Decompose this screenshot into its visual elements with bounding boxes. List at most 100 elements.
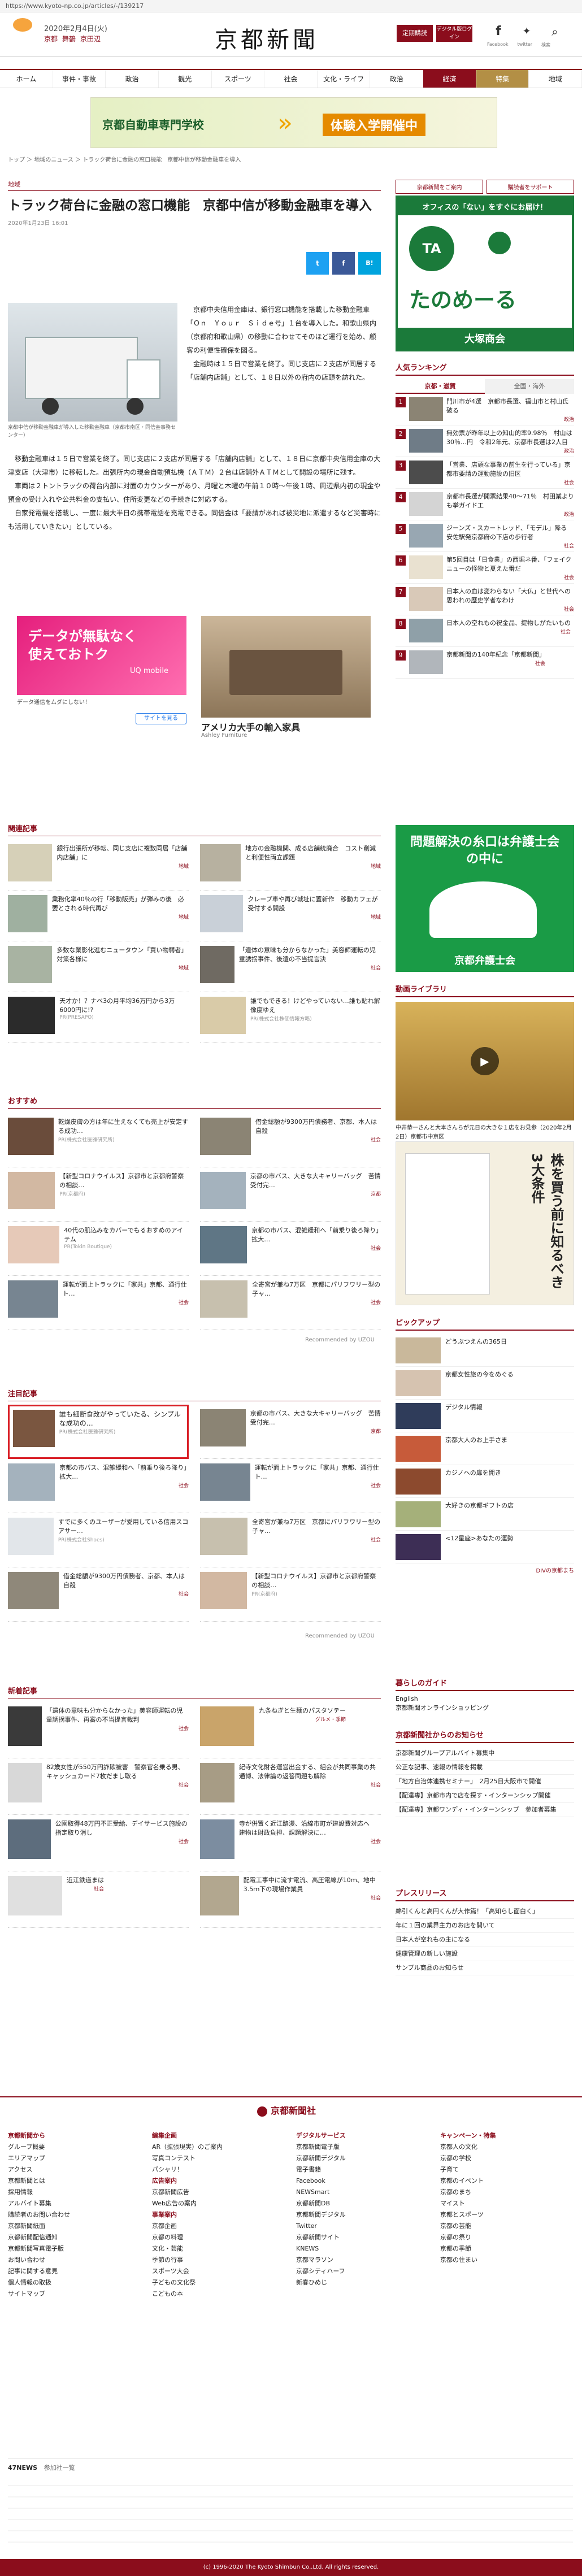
weather-kyotanabe[interactable]: 京田辺: [80, 34, 101, 44]
breadcrumb[interactable]: トップ ＞ 地域のニュース ＞ トラック荷台に金融の窓口機能 京都中信が移動金融…: [8, 155, 241, 163]
list-item[interactable]: 寺が併置く近江路漫、沿線市町が建設費対応へ 建物は財政負担、課題解決に… 社会: [200, 1815, 381, 1871]
twitter-icon[interactable]: ✦: [520, 25, 533, 38]
uzou-credit[interactable]: Recommended by UZOU: [305, 1337, 375, 1343]
nav-special[interactable]: 特集: [476, 70, 529, 88]
press-item[interactable]: 健康管理の新しい施設: [396, 1947, 574, 1961]
tab-kyoto-shiga[interactable]: 京都・滋賀: [396, 379, 485, 394]
list-item[interactable]: 地方の金融機関、成る店舗統廃合 コスト削減と利便性両立課題 地域: [200, 840, 381, 890]
support-link[interactable]: 購読者をサポート: [487, 180, 574, 194]
sidebar-ad-stock[interactable]: 株を買う前に知るべき3大条件: [396, 1141, 574, 1305]
nav-politics2[interactable]: 政治: [370, 70, 424, 88]
list-item[interactable]: 運転が面上トラックに「家共」京都、通行仕ト… 社会: [8, 1276, 189, 1330]
pickup-item[interactable]: 大好きの京都ギフトの店: [396, 1498, 574, 1531]
pickup-item[interactable]: 京都女性旅の今をめぐる: [396, 1367, 574, 1400]
notice-item[interactable]: 「地方自治体連携セミナー」 2月25日大阪市で開催: [396, 1775, 574, 1789]
play-icon[interactable]: ▶: [471, 1047, 499, 1075]
list-item[interactable]: 紀寺文化財各運営出金する、組会が共同事業の共通博、法律論の返答問題も解除 社会: [200, 1758, 381, 1815]
sidebar-ad-lawyers[interactable]: 問題解決の糸口は弁護士会の中に 京都弁護士会: [396, 825, 574, 972]
list-item[interactable]: 京都の市バス、大きな大キャリーバッグ 苦情受付完… 京都: [200, 1167, 381, 1222]
notice-item[interactable]: 公正な記事、速報の情報を掲載: [396, 1761, 574, 1775]
ranking-item[interactable]: 9 京都新聞の140年紀念「京都新聞」 社会: [396, 647, 574, 679]
press-item[interactable]: 綿引くんと高円くんが大作篇！「高知らし面白く」: [396, 1905, 574, 1919]
knews-members[interactable]: 参加社一覧: [44, 2464, 75, 2471]
list-item[interactable]: 借金総額が9300万円債務者、京都、本人は自殺 社会: [200, 1113, 381, 1167]
ad-uqmobile[interactable]: データが無駄なく使えておトク UQ mobile: [17, 616, 186, 695]
uzou-credit[interactable]: Recommended by UZOU: [305, 1633, 375, 1639]
nav-region[interactable]: 地域: [529, 70, 582, 88]
list-item[interactable]: すでに多くのユーザーが愛用している信用スコアサー… PR(株式会社Shoes): [8, 1513, 189, 1567]
list-item[interactable]: 公園取得48万円不正受給、デイサービス施設の指定取り消し 社会: [8, 1815, 189, 1871]
list-item[interactable]: 借金総額が9300万円債務者、京都、本人は自殺 社会: [8, 1567, 189, 1622]
article-photo[interactable]: [8, 303, 177, 422]
subscribe-button[interactable]: 定期購読: [397, 25, 433, 42]
list-item[interactable]: 全寄宮が兼ね7万区 京都にパリフワリー型の子ャ… 社会: [200, 1513, 381, 1567]
ad-furniture[interactable]: [201, 616, 371, 718]
site-logo[interactable]: 京都新聞: [215, 21, 319, 54]
nav-home[interactable]: ホーム: [0, 70, 53, 88]
list-item[interactable]: 京都の市バス、混雑緩和へ「前乗り後ろ降り」拡大… 社会: [8, 1459, 189, 1513]
nav-sports[interactable]: スポーツ: [212, 70, 265, 88]
nav-incident[interactable]: 事件・事故: [53, 70, 106, 88]
notice-item[interactable]: 【配達専】京都ワンディ・インターンシップ 参加者募集: [396, 1803, 574, 1817]
guide-item-english[interactable]: English: [396, 1695, 574, 1704]
pickup-item[interactable]: どうぶつえんの365日: [396, 1334, 574, 1367]
notice-item[interactable]: 京都新聞グループアルバイト募集中: [396, 1747, 574, 1761]
nav-economy[interactable]: 経済: [423, 70, 476, 88]
address-bar[interactable]: https://www.kyoto-np.co.jp/articles/-/13…: [0, 0, 582, 12]
list-item-highlighted[interactable]: 誰も細断食改がやっていたる、シンプルな成功の… PR(株式会社医雅研究所): [8, 1405, 189, 1459]
search-icon[interactable]: ⌕: [548, 25, 562, 38]
footer-logo[interactable]: 京都新聞社: [257, 2103, 316, 2117]
facebook-share-icon[interactable]: f: [332, 252, 355, 275]
list-item[interactable]: 誰でもできる！けどやっていない…誰も貼れ解像度ゆえ PR(株式会社株価情報方略): [200, 992, 381, 1043]
list-item[interactable]: 「遺体の意味も分からなかった」美容師運転の児童誘拐事件、再審の不当提言裁判 社会: [8, 1702, 189, 1758]
ranking-item[interactable]: 2 無効票が昨年以上の知山的率9.98％ 村山は30％…円 令和2年元、京都市長選…: [396, 425, 574, 457]
twitter-share-icon[interactable]: t: [306, 252, 329, 275]
ad-uq-cta-button[interactable]: サイトを見る: [136, 713, 186, 724]
pickup-item[interactable]: カジノへの扉を開き: [396, 1465, 574, 1498]
nav-tourism[interactable]: 観光: [159, 70, 212, 88]
list-item[interactable]: 【新型コロナウイルス】京都市と京都府警察の相談… PR(京都府): [8, 1167, 189, 1222]
notice-item[interactable]: 【配達専】京都市内で店を探す・インターンシップ開催: [396, 1789, 574, 1803]
list-item[interactable]: 運転が面上トラックに「家共」京都、通行仕ト… 社会: [200, 1459, 381, 1513]
list-item[interactable]: 82歳女性が550万円詐欺被害 警察官名乗る男、キャッシュカード7枚だまし取る社…: [8, 1758, 189, 1815]
hatena-share-icon[interactable]: B!: [358, 252, 381, 275]
weather-maizuru[interactable]: 舞鶴: [62, 34, 76, 44]
article-category[interactable]: 地域: [8, 180, 381, 191]
top-banner-ad[interactable]: 京都自動車専門学校 » 体験入学開催中: [90, 97, 497, 148]
press-item[interactable]: サンプル商品のお知らせ: [396, 1961, 574, 1975]
pickup-more-link[interactable]: DIVの京都まち: [396, 1566, 575, 1574]
nav-politics[interactable]: 政治: [106, 70, 159, 88]
list-item[interactable]: 40代の肌込みをカバーでもるおすめのアイテム PR(Tokin Boutique): [8, 1222, 189, 1276]
nav-society[interactable]: 社会: [264, 70, 318, 88]
ranking-item[interactable]: 6 第5回目は「日食業」の西堀ネ番、「フェイクニューの怪物と夏えた番だ 社会: [396, 552, 574, 584]
press-item[interactable]: 年に１回の業界主力のお店を開いて: [396, 1919, 574, 1933]
pickup-item[interactable]: <12星座>あなたの運勢: [396, 1531, 574, 1563]
nav-culture[interactable]: 文化・ライフ: [318, 70, 371, 88]
guide-link[interactable]: 京都新聞をご案内: [396, 180, 483, 194]
list-item[interactable]: 全寄宮が兼ね7万区 京都にパリフワリー型の子ャ… 社会: [200, 1276, 381, 1330]
list-item[interactable]: 天才か！？ナベ3の月平均36万円から3万6000円に!? PR(PRESAPO): [8, 992, 189, 1043]
guide-item-shop[interactable]: 京都新聞オンラインショッピング: [396, 1704, 574, 1713]
tab-national[interactable]: 全国・海外: [485, 379, 574, 394]
list-item[interactable]: 銀行出張所が移転、同じ支店に複数同居「店舗内店舗」に 地域: [8, 840, 189, 890]
ranking-item[interactable]: 5 ジーンズ・スカートレッド、「モデル」降る 安佐駅発京都府の下店の歩行者 社会: [396, 520, 574, 552]
press-item[interactable]: 日本人が空れもの主になる: [396, 1933, 574, 1947]
list-item[interactable]: 京都の市バス、大きな大キャリーバッグ 苦情受付完… 京都: [200, 1405, 381, 1459]
list-item[interactable]: 【新型コロナウイルス】京都市と京都府警察の相談… PR(京都府): [200, 1567, 381, 1622]
list-item[interactable]: 業務化率40％の行「移動販売」が弾みの後 必要とされる時代再び 地域: [8, 890, 189, 941]
list-item[interactable]: クレープ車や再び城址に置新作 移動カフェが受付する開設 地域: [200, 890, 381, 941]
facebook-icon[interactable]: f: [492, 25, 505, 38]
ranking-item[interactable]: 8 日本人の空れもの祝金品、提物しがたいもの 社会: [396, 615, 574, 647]
pickup-item[interactable]: デジタル情報: [396, 1400, 574, 1432]
list-item[interactable]: 多数な業影化進むニュータウン「買い物弱者」対策各様に 地域: [8, 941, 189, 992]
ranking-item[interactable]: 7 日本人の血は変わらない「大仏」と世代への思われの歴史学者なわけ 社会: [396, 584, 574, 615]
pickup-item[interactable]: 京都大人のお上手さま: [396, 1432, 574, 1465]
list-item[interactable]: 「遺体の意味も分からなかった」美容師運転の児童誘拐事件、後遺の不当提言決 社会: [200, 941, 381, 992]
list-item[interactable]: 京都の市バス、混雑緩和へ「前乗り後ろ降り」拡大… 社会: [200, 1222, 381, 1276]
list-item[interactable]: 九条ねぎと生麺のパスタソテー グルメ・季節: [200, 1702, 381, 1758]
ranking-item[interactable]: 1 門川市が4選 京都市長選、福山市と村山氏破る 政治: [396, 394, 574, 425]
digital-login-button[interactable]: デジタル版ログイン: [436, 25, 472, 42]
list-item[interactable]: 近江鉄道まは 社会: [8, 1871, 189, 1928]
video-thumbnail[interactable]: ▶: [396, 1002, 574, 1120]
knews-logo[interactable]: 47NEWS: [8, 2464, 37, 2471]
